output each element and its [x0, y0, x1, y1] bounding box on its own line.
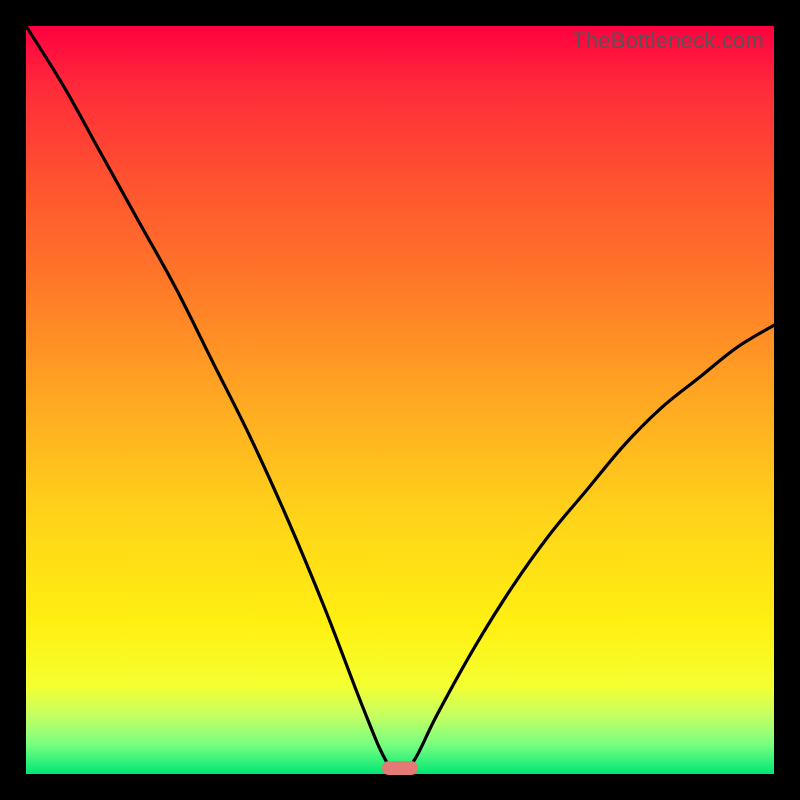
plot-area: TheBottleneck.com: [26, 26, 774, 774]
bottleneck-curve: [26, 26, 774, 774]
bottleneck-indicator-pill: [382, 761, 418, 775]
chart-frame: TheBottleneck.com: [0, 0, 800, 800]
curve-path: [26, 26, 774, 774]
